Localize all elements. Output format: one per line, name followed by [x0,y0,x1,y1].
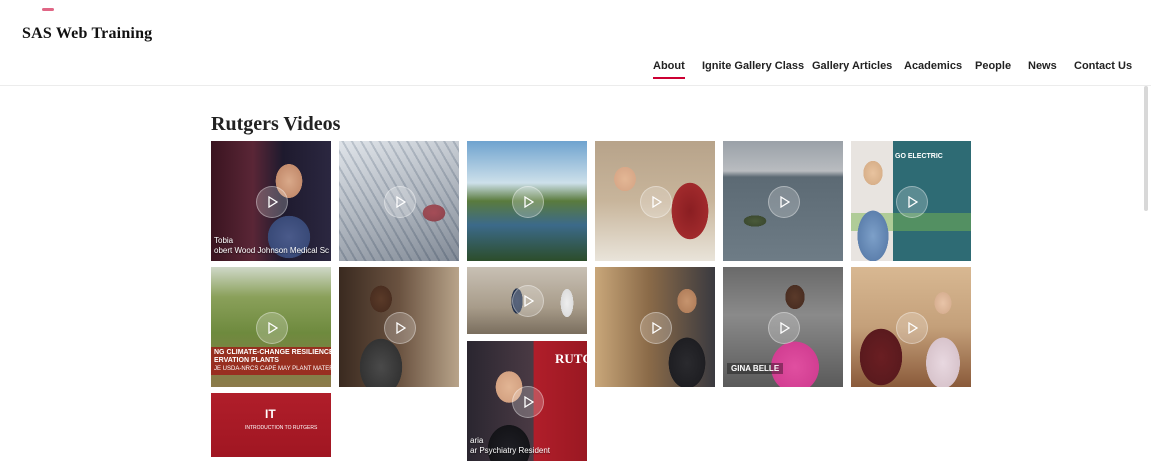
video-tile[interactable] [595,267,715,387]
play-icon[interactable] [256,312,288,344]
video-tile[interactable] [595,141,715,261]
video-tile[interactable] [851,267,971,387]
play-icon[interactable] [640,312,672,344]
play-icon[interactable] [384,186,416,218]
video-subtitle-text: INTRODUCTION TO RUTGERS [245,425,318,431]
video-tile[interactable] [467,141,587,261]
nav-item-people[interactable]: People [975,60,1011,72]
top-accent-mark [42,8,54,11]
play-icon[interactable] [768,186,800,218]
video-tile[interactable] [339,267,459,387]
video-tile[interactable]: GO ELECTRIC [851,141,971,261]
video-tile[interactable] [339,141,459,261]
nav-item-news[interactable]: News [1028,60,1057,72]
play-icon[interactable] [768,312,800,344]
play-icon[interactable] [640,186,672,218]
video-tile[interactable]: RUTGE aria ar Psychiatry Resident [467,341,587,461]
video-caption: aria ar Psychiatry Resident [470,436,551,455]
video-title-text: IT [265,407,276,421]
play-icon[interactable] [512,285,544,317]
section-title: Rutgers Videos [211,113,341,135]
video-tile[interactable]: NG CLIMATE-CHANGE RESILIENCE ERVATION PL… [211,267,331,387]
play-icon[interactable] [512,186,544,218]
nav-item-contact-us[interactable]: Contact Us [1074,60,1132,72]
nav-item-gallery-articles[interactable]: Gallery Articles [812,60,892,72]
video-tile[interactable]: IT INTRODUCTION TO RUTGERS [211,393,331,457]
play-icon[interactable] [896,186,928,218]
video-overlay-title: NG CLIMATE-CHANGE RESILIENCE ERVATION PL… [211,347,331,375]
main-nav: About Ignite Gallery Class Gallery Artic… [0,60,1151,79]
video-tile[interactable]: GINA BELLE [723,267,843,387]
nav-item-ignite-gallery-class[interactable]: Ignite Gallery Class [702,60,804,72]
banner-text: RUTGE [555,351,587,366]
site-title[interactable]: SAS Web Training [22,25,152,43]
header-divider [0,85,1151,86]
scrollbar-thumb[interactable] [1144,86,1148,211]
play-icon[interactable] [512,386,544,418]
nav-item-academics[interactable]: Academics [904,60,962,72]
video-tile[interactable]: Tobia obert Wood Johnson Medical Sc [211,141,331,261]
poster-text: GO ELECTRIC [895,153,943,160]
nav-item-about[interactable]: About [653,60,685,79]
play-icon[interactable] [896,312,928,344]
video-tile[interactable] [467,267,587,334]
play-icon[interactable] [256,186,288,218]
video-name-caption: GINA BELLE [727,363,784,374]
play-icon[interactable] [384,312,416,344]
video-tile[interactable] [723,141,843,261]
video-caption: Tobia obert Wood Johnson Medical Sc [214,236,330,255]
